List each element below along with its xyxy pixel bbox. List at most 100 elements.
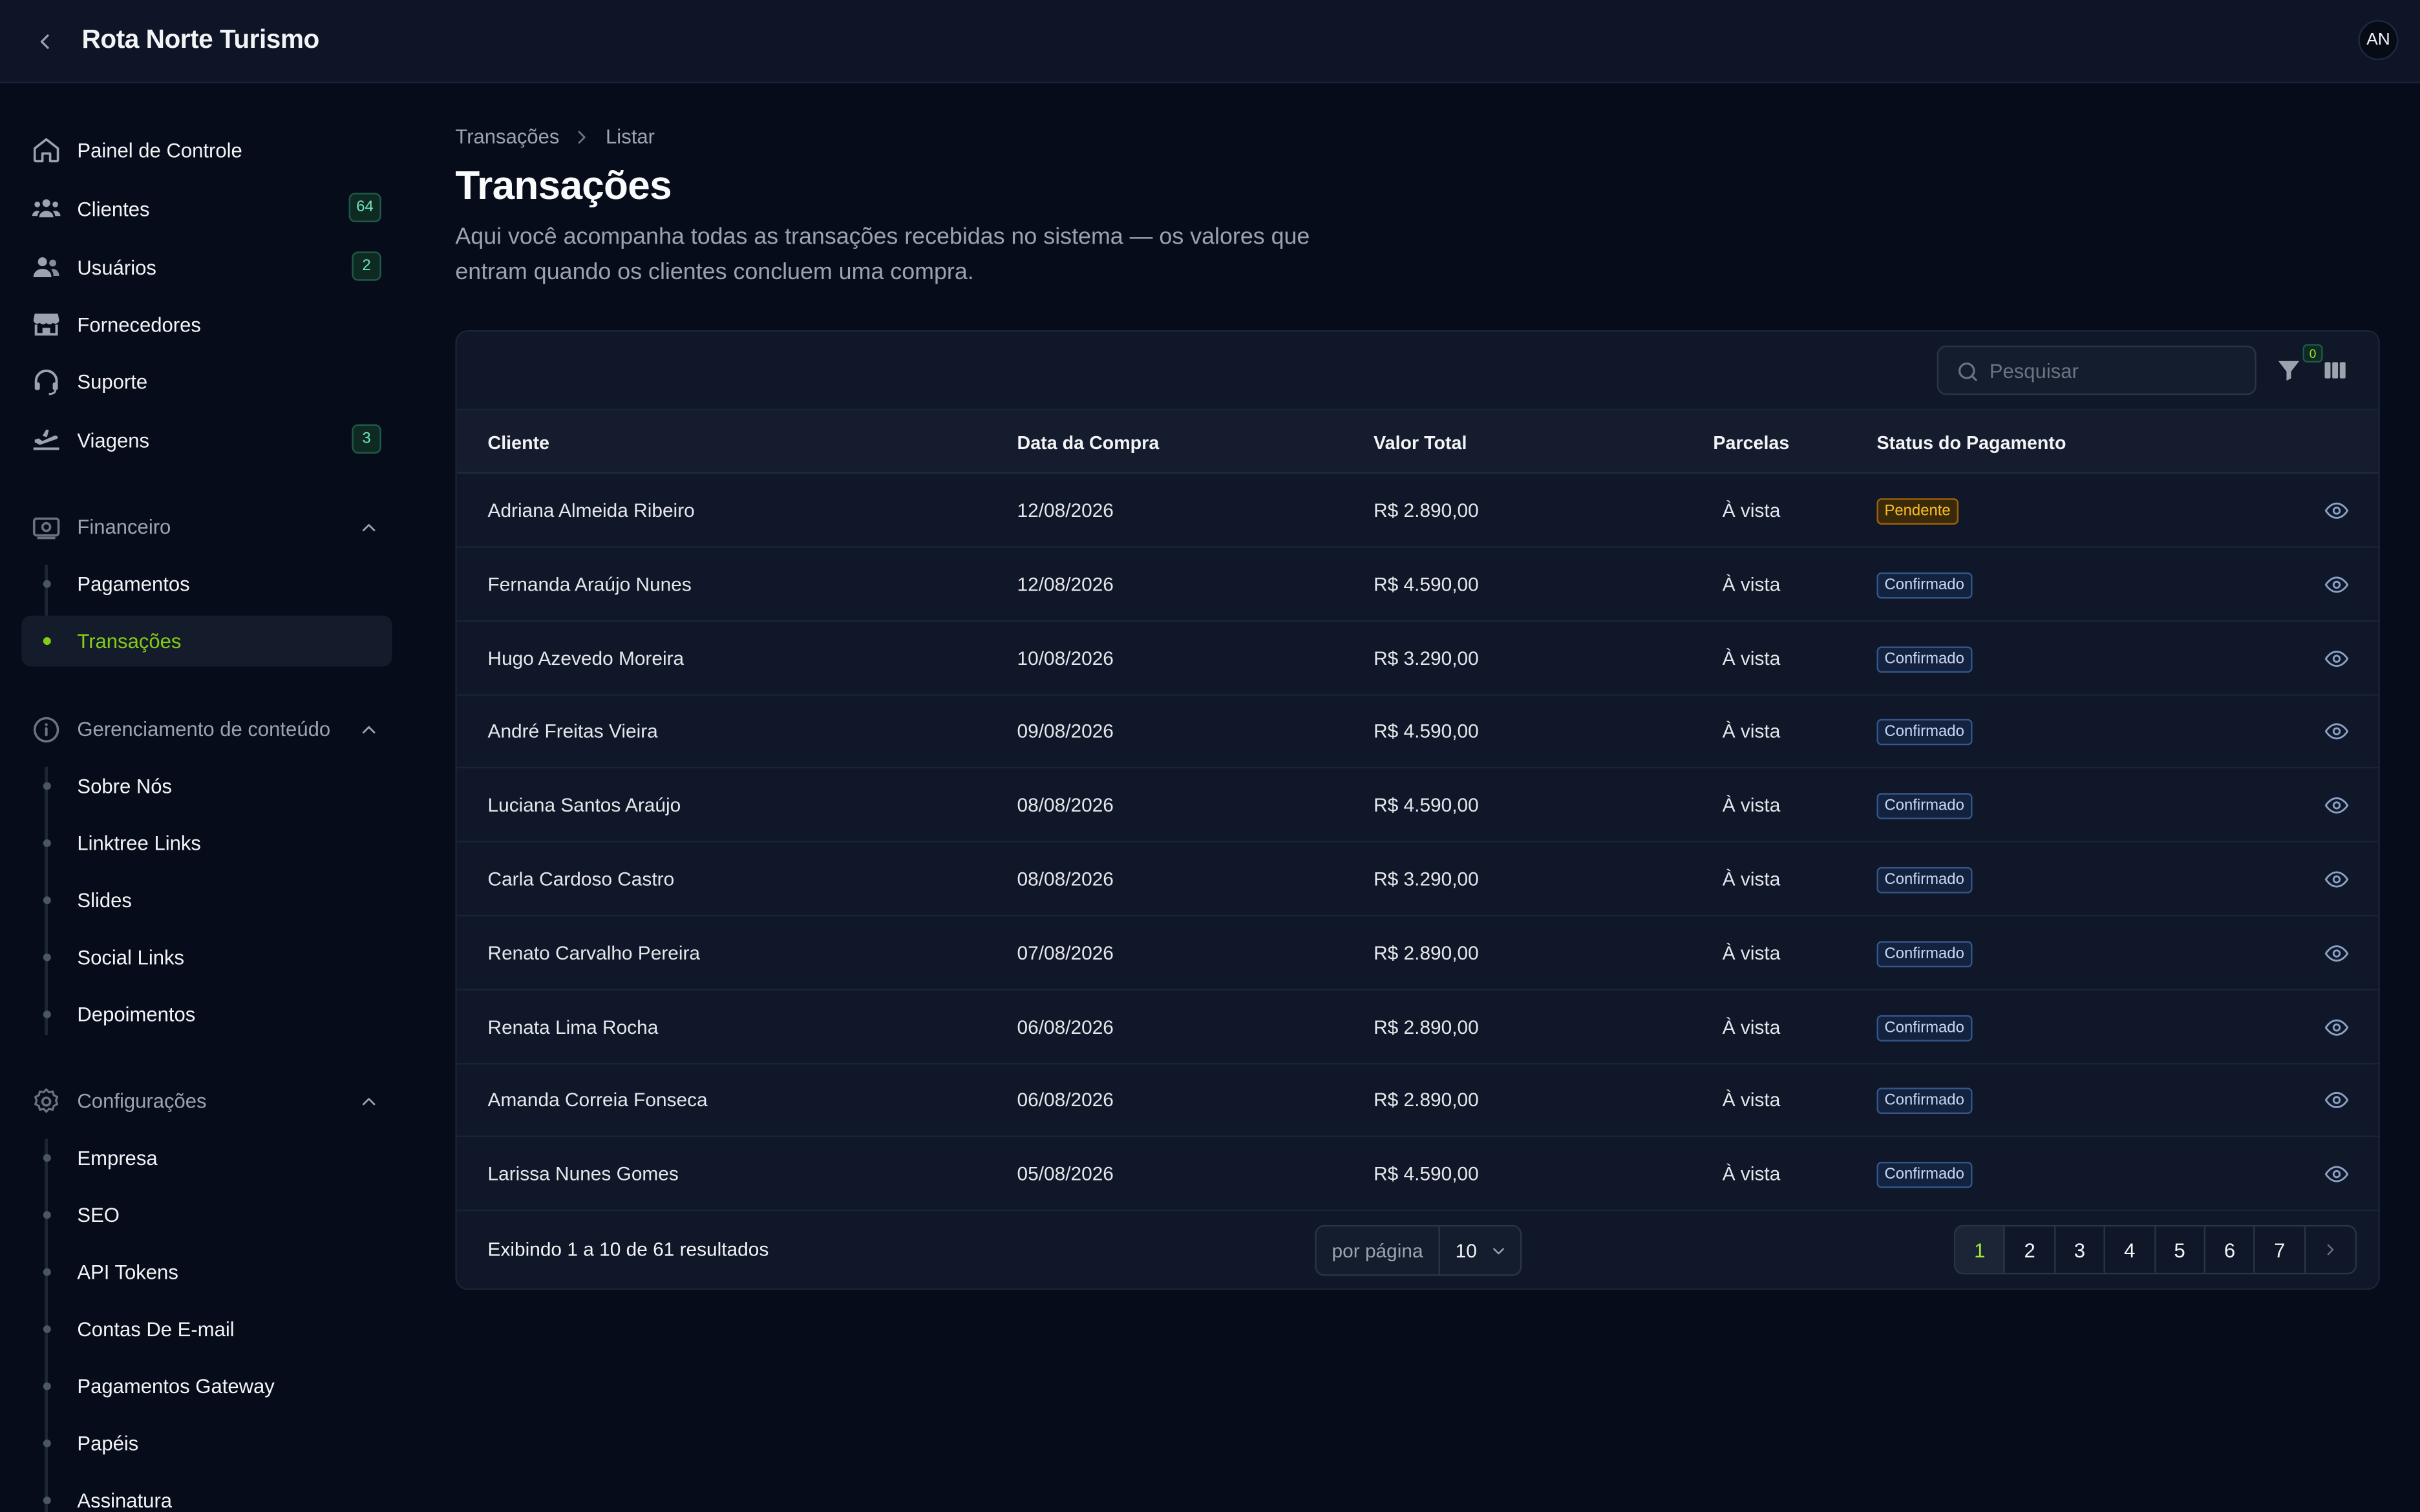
table-row[interactable]: Carla Cardoso Castro 08/08/2026 R$ 3.290,0… xyxy=(456,843,2379,917)
page-button-7[interactable]: 7 xyxy=(2255,1226,2306,1273)
filter-count-badge: 0 xyxy=(2302,344,2323,363)
table-row[interactable]: Larissa Nunes Gomes 05/08/2026 R$ 4.590,00… xyxy=(456,1137,2379,1212)
bullet-dot xyxy=(43,1211,51,1219)
sidebar-item-empresa[interactable]: Empresa xyxy=(21,1133,392,1184)
sidebar-item-viagens[interactable]: Viagens 3 xyxy=(21,414,392,466)
sidebar-item-sobre-nos[interactable]: Sobre Nós xyxy=(21,761,392,812)
columns-toggle-button[interactable] xyxy=(2321,357,2349,384)
per-page-select[interactable]: por página 10 xyxy=(1315,1224,1522,1276)
back-button[interactable] xyxy=(28,25,62,59)
chevron-right-icon xyxy=(578,130,586,143)
plane-icon xyxy=(33,429,59,450)
pagination: 1234567 xyxy=(1953,1224,2357,1275)
status-badge: Confirmado xyxy=(1876,866,1972,894)
page-button-3[interactable]: 3 xyxy=(2055,1226,2106,1273)
view-button[interactable] xyxy=(2324,1088,2349,1113)
bullet-dot xyxy=(43,1268,51,1276)
sidebar-item-contas-de-e-mail[interactable]: Contas De E-mail xyxy=(21,1304,392,1355)
page-button-5[interactable]: 5 xyxy=(2156,1226,2205,1273)
sidebar-item-api-tokens[interactable]: API Tokens xyxy=(21,1246,392,1297)
page-button-1[interactable]: 1 xyxy=(1955,1226,2006,1273)
view-button[interactable] xyxy=(2324,941,2349,965)
sidebar-item-assinatura[interactable]: Assinatura xyxy=(21,1475,392,1512)
search-input[interactable] xyxy=(1989,347,2244,394)
sidebar-item-label: Usuários xyxy=(77,255,156,278)
sidebar-item-suporte[interactable]: Suporte xyxy=(21,355,392,407)
sidebar-group-configuracoes[interactable]: Configurações xyxy=(21,1075,392,1128)
sidebar-group-label: Financeiro xyxy=(77,515,171,539)
table-row[interactable]: Hugo Azevedo Moreira 10/08/2026 R$ 3.290,0… xyxy=(456,621,2379,695)
per-page-label: por página xyxy=(1317,1226,1440,1275)
view-button[interactable] xyxy=(2324,1162,2349,1186)
view-button[interactable] xyxy=(2324,1014,2349,1039)
sidebar-item-label: Contas De E-mail xyxy=(77,1318,235,1341)
cell-parcelas: À vista xyxy=(1722,647,1781,669)
view-button[interactable] xyxy=(2324,572,2349,596)
next-page-button[interactable] xyxy=(2306,1226,2355,1273)
cell-data-compra: 06/08/2026 xyxy=(1017,1089,1114,1112)
eye-icon xyxy=(2324,502,2349,519)
status-badge: Confirmado xyxy=(1876,719,1972,746)
sidebar-item-papeis[interactable]: Papéis xyxy=(21,1418,392,1469)
cell-parcelas: À vista xyxy=(1722,942,1781,964)
sidebar-item-pagamentos-gateway[interactable]: Pagamentos Gateway xyxy=(21,1361,392,1412)
sidebar-item-label: Viagens xyxy=(77,428,150,452)
avatar[interactable]: AN xyxy=(2358,20,2399,61)
sidebar-group-financeiro[interactable]: Financeiro xyxy=(21,501,392,554)
table-row[interactable]: Renata Lima Rocha 06/08/2026 R$ 2.890,00 À … xyxy=(456,990,2379,1064)
sidebar-item-depoimentos[interactable]: Depoimentos xyxy=(21,989,392,1040)
table-row[interactable]: André Freitas Vieira 09/08/2026 R$ 4.590,0… xyxy=(456,695,2379,770)
sidebar-item-seo[interactable]: SEO xyxy=(21,1190,392,1241)
sidebar-item-label: Clientes xyxy=(77,196,150,220)
eye-icon xyxy=(2324,724,2349,740)
view-button[interactable] xyxy=(2324,498,2349,523)
column-header-status[interactable]: Status do Pagamento xyxy=(1877,432,2066,454)
table-row[interactable]: Amanda Correia Fonseca 06/08/2026 R$ 2.890… xyxy=(456,1064,2379,1138)
table-row[interactable]: Adriana Almeida Ribeiro 12/08/2026 R$ 2.89… xyxy=(456,474,2379,548)
column-header-parcelas[interactable]: Parcelas xyxy=(1713,432,1789,454)
sidebar-item-clientes[interactable]: Clientes 64 xyxy=(21,182,392,235)
status-badge: Confirmado xyxy=(1876,941,1972,967)
breadcrumb-item-transacoes[interactable]: Transações xyxy=(455,125,559,148)
sidebar-item-transacoes[interactable]: Transações xyxy=(21,615,392,667)
page-button-2[interactable]: 2 xyxy=(2006,1226,2055,1273)
users-group-icon xyxy=(32,199,61,218)
view-button[interactable] xyxy=(2324,793,2349,818)
sidebar-item-label: Depoimentos xyxy=(77,1003,196,1026)
sidebar-item-linktree-links[interactable]: Linktree Links xyxy=(21,818,392,869)
table-row[interactable]: Luciana Santos Araújo 08/08/2026 R$ 4.590,… xyxy=(456,769,2379,843)
page-description: Aqui você acompanha todas as transações … xyxy=(455,224,1310,286)
sidebar-group-gerenciamento-de-conteudo[interactable]: Gerenciamento de conteúdo xyxy=(21,704,392,756)
sidebar-item-painel-de-controle[interactable]: Painel de Controle xyxy=(21,123,392,176)
sidebar-item-pagamentos[interactable]: Pagamentos xyxy=(21,558,392,609)
table-row[interactable]: Fernanda Araújo Nunes 12/08/2026 R$ 4.590,… xyxy=(456,547,2379,622)
table-row[interactable]: Renato Carvalho Pereira 07/08/2026 R$ 2.89… xyxy=(456,916,2379,991)
view-button[interactable] xyxy=(2324,720,2349,744)
column-header-cliente[interactable]: Cliente xyxy=(488,432,550,454)
cell-cliente: Larissa Nunes Gomes xyxy=(487,1163,679,1186)
table-toolbar: 0 xyxy=(456,331,2379,411)
sidebar-item-label: Sobre Nós xyxy=(77,774,173,798)
page-button-6[interactable]: 6 xyxy=(2205,1226,2256,1273)
sidebar-item-social-links[interactable]: Social Links xyxy=(21,932,392,983)
cell-valor-total: R$ 4.590,00 xyxy=(1374,721,1479,743)
sidebar-item-usuarios[interactable]: Usuários 2 xyxy=(21,240,392,293)
column-header-valor[interactable]: Valor Total xyxy=(1374,432,1467,454)
view-button[interactable] xyxy=(2324,646,2349,670)
sidebar-item-label: Painel de Controle xyxy=(77,138,242,162)
filter-button[interactable] xyxy=(2275,357,2303,384)
sidebar-group-label: Configurações xyxy=(77,1089,207,1113)
bullet-dot xyxy=(43,1382,51,1391)
cell-data-compra: 05/08/2026 xyxy=(1017,1163,1114,1186)
cell-cliente: Amanda Correia Fonseca xyxy=(487,1089,708,1112)
sidebar-item-label: SEO xyxy=(77,1203,120,1227)
sidebar-item-fornecedores[interactable]: Fornecedores xyxy=(21,298,392,350)
chevron-left-icon xyxy=(40,34,49,49)
status-badge: Confirmado xyxy=(1876,646,1972,673)
sidebar-item-slides[interactable]: Slides xyxy=(21,875,392,926)
cell-parcelas: À vista xyxy=(1722,1163,1781,1186)
cell-parcelas: À vista xyxy=(1722,499,1781,522)
page-button-4[interactable]: 4 xyxy=(2105,1226,2156,1273)
view-button[interactable] xyxy=(2324,867,2349,892)
column-header-data[interactable]: Data da Compra xyxy=(1017,432,1160,454)
